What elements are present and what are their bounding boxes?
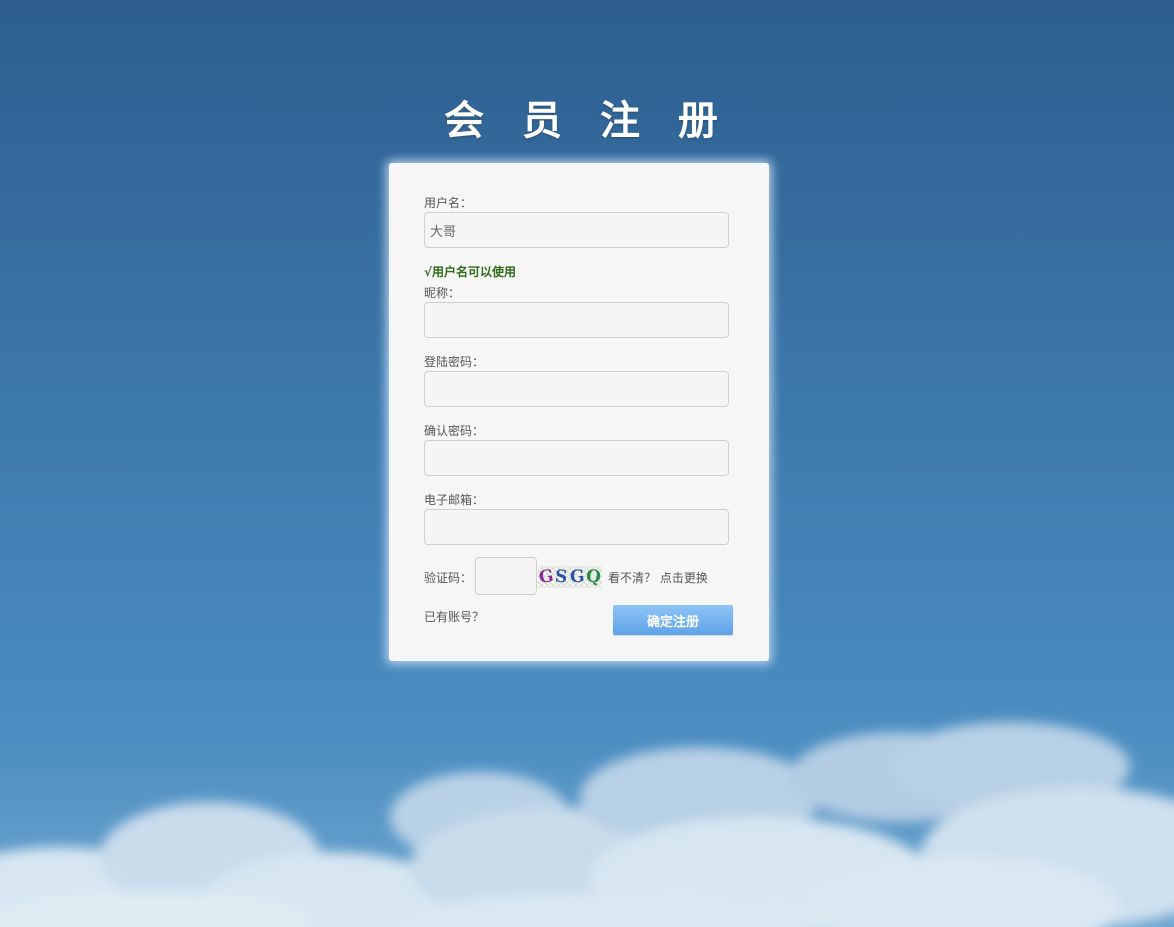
password-input[interactable] bbox=[424, 371, 729, 407]
captcha-char: G bbox=[569, 566, 585, 588]
username-input[interactable] bbox=[424, 212, 729, 248]
confirm-password-input[interactable] bbox=[424, 440, 729, 476]
nickname-label: 昵称： bbox=[424, 286, 461, 300]
existing-account-link[interactable]: 已有账号？ bbox=[424, 608, 484, 625]
confirm-register-button[interactable]: 确定注册 bbox=[613, 605, 733, 635]
captcha-char: G bbox=[537, 566, 555, 588]
email-label: 电子邮箱： bbox=[424, 493, 485, 507]
username-available-message: √用户名可以使用 bbox=[424, 265, 517, 279]
password-label: 登陆密码： bbox=[424, 355, 485, 369]
page-background: 会 员 注 册 用户名： √用户名可以使用 昵称： 登陆密码： 确认密码： 电子… bbox=[0, 0, 1174, 927]
captcha-image[interactable]: G S G Q bbox=[538, 566, 602, 588]
register-form-card: 用户名： √用户名可以使用 昵称： 登陆密码： 确认密码： 电子邮箱： 验证码：… bbox=[389, 163, 769, 661]
username-label: 用户名： bbox=[424, 196, 473, 210]
clouds-decoration bbox=[0, 722, 1174, 927]
captcha-input[interactable] bbox=[475, 557, 537, 595]
captcha-refresh-link[interactable]: 看不清？ 点击更换 bbox=[608, 569, 708, 586]
captcha-label: 验证码： bbox=[424, 571, 473, 585]
page-title: 会 员 注 册 bbox=[444, 97, 730, 144]
email-input[interactable] bbox=[424, 509, 729, 545]
captcha-char: Q bbox=[584, 566, 603, 588]
captcha-char: S bbox=[554, 566, 569, 588]
nickname-input[interactable] bbox=[424, 302, 729, 338]
confirm-password-label: 确认密码： bbox=[424, 424, 485, 438]
